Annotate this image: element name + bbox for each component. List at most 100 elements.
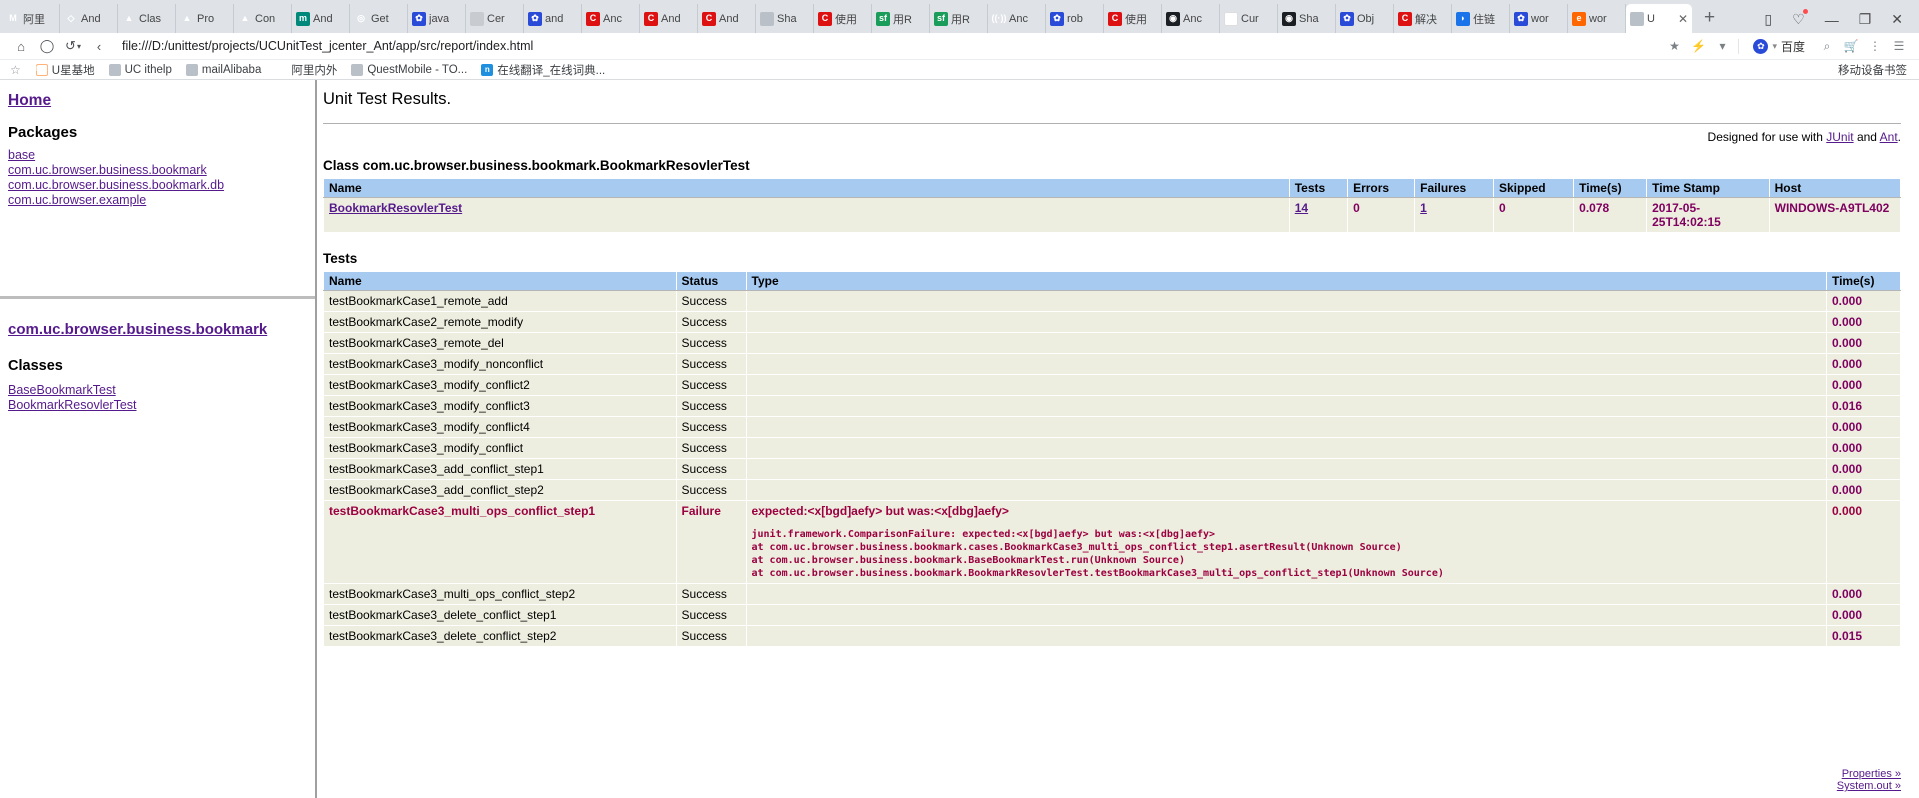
minimize-button[interactable]: —	[1825, 12, 1839, 28]
close-icon[interactable]: ✕	[1678, 12, 1688, 26]
new-tab-button[interactable]: +	[1692, 7, 1727, 33]
bookmark-star-icon[interactable]: ★	[1662, 35, 1686, 57]
package-link[interactable]: com.uc.browser.business.bookmark.db	[8, 178, 307, 193]
tab-label: 用R	[893, 13, 912, 26]
tab[interactable]: ✿ Obj	[1336, 4, 1394, 33]
tab[interactable]: ✿ and	[524, 4, 582, 33]
reload-icon[interactable]: ◯	[34, 35, 60, 57]
window-controls: ▯ ♡ — ❐ ✕	[1764, 9, 1917, 33]
add-bookmark-icon[interactable]: ☆	[6, 63, 29, 77]
tab[interactable]: C 使用	[1104, 4, 1162, 33]
test-status-cell: Success	[675, 583, 747, 605]
close-window-button[interactable]: ✕	[1891, 11, 1903, 28]
class-link[interactable]: BookmarkResovlerTest	[8, 398, 307, 413]
tab[interactable]: ◉ Sha	[1278, 4, 1336, 33]
tests-table: Name Status Type Time(s) testBookmarkCase1_…	[323, 271, 1902, 647]
package-link[interactable]: com.uc.browser.business.bookmark	[8, 163, 307, 178]
test-time-cell: 0.000	[1825, 583, 1902, 605]
tab[interactable]: C And	[640, 4, 698, 33]
test-status-cell: Success	[675, 374, 747, 396]
package-link[interactable]: com.uc.browser.example	[8, 193, 307, 208]
failures-count-link[interactable]: 1	[1420, 201, 1427, 215]
tab[interactable]: C Anc	[582, 4, 640, 33]
test-type-cell	[745, 353, 1827, 375]
search-icon[interactable]: ⌕	[1815, 35, 1839, 57]
mobile-bookmarks-button[interactable]: 移动设备书签	[1833, 62, 1913, 78]
cart-icon[interactable]: 🛒	[1839, 35, 1863, 57]
tab[interactable]: sf 用R	[930, 4, 988, 33]
summary-failures-cell: 1	[1414, 197, 1494, 233]
tab[interactable]: ▲ Con	[234, 4, 292, 33]
tab[interactable]: ✿ wor	[1510, 4, 1568, 33]
tab[interactable]: ◇ And	[60, 4, 118, 33]
class-link[interactable]: BookmarkResovlerTest	[329, 201, 462, 215]
test-name-cell: testBookmarkCase3_multi_ops_conflict_ste…	[323, 583, 677, 605]
chevron-down-icon: ▾	[1772, 40, 1777, 51]
test-status-cell: Success	[675, 311, 747, 333]
test-status-cell: Success	[675, 395, 747, 417]
tab[interactable]: ✿ java	[408, 4, 466, 33]
bookmark-item[interactable]: UC ithelp	[102, 63, 179, 76]
tab[interactable]: ✿ rob	[1046, 4, 1104, 33]
tab[interactable]: ▲ Pro	[176, 4, 234, 33]
bookmark-item[interactable]: mailAlibaba	[179, 63, 268, 76]
sidebar-toggle-icon[interactable]: ▯	[1764, 11, 1772, 28]
class-link[interactable]: BaseBookmarkTest	[8, 383, 307, 398]
tab[interactable]: ◉ Anc	[1162, 4, 1220, 33]
alibaba-icon: e	[1572, 11, 1586, 26]
table-row: testBookmarkCase2_remote_modify Success 0.…	[323, 311, 1902, 333]
current-package-link[interactable]: com.uc.browser.business.bookmark	[8, 321, 267, 338]
tab[interactable]: G Cur	[1220, 4, 1278, 33]
search-engine-selector[interactable]: ✿ ▾ 百度	[1743, 38, 1815, 55]
tab[interactable]: sf 用R	[872, 4, 930, 33]
failure-message: expected:<x[bgd]aefy> but was:<x[dbg]aef…	[751, 504, 1009, 518]
test-name-cell: testBookmarkCase3_add_conflict_step1	[323, 458, 677, 480]
more-options-icon[interactable]: ⋮	[1863, 35, 1887, 57]
footer-link[interactable]: Properties »	[1837, 768, 1901, 780]
tab[interactable]: C 使用	[814, 4, 872, 33]
tab[interactable]: ▲ Clas	[118, 4, 176, 33]
tab[interactable]: Sha	[756, 4, 814, 33]
tab[interactable]: Cer	[466, 4, 524, 33]
tab[interactable]: C And	[698, 4, 756, 33]
test-status-cell: Success	[675, 437, 747, 459]
classes-frame: com.uc.browser.business.bookmark Classes…	[0, 299, 315, 798]
class-heading: Class com.uc.browser.business.bookmark.B…	[323, 158, 750, 173]
code-icon: ◇	[67, 13, 75, 23]
bookmark-item[interactable]: QuestMobile - TO...	[344, 63, 474, 76]
test-name-cell: testBookmarkCase3_modify_conflict2	[323, 374, 677, 396]
bookmark-item[interactable]: ✿ 阿里内外	[268, 62, 344, 78]
history-icon[interactable]: ↺ ▾	[60, 35, 86, 57]
tab[interactable]: ((·)) Anc	[988, 4, 1046, 33]
lightning-icon[interactable]: ⚡	[1686, 35, 1710, 57]
tab-label: Anc	[1183, 12, 1202, 25]
tab[interactable]: C 解决	[1394, 4, 1452, 33]
home-link-heading: Home	[8, 92, 307, 110]
tab[interactable]: e wor	[1568, 4, 1626, 33]
home-icon[interactable]: ⌂	[8, 35, 34, 57]
home-link[interactable]: Home	[8, 92, 51, 109]
tab[interactable]: m And	[292, 4, 350, 33]
address-bar[interactable]: file:///D:/unittest/projects/UCUnitTest_…	[122, 35, 1657, 57]
bookmark-label: U星基地	[51, 64, 95, 77]
back-button[interactable]: ‹	[86, 35, 112, 57]
bookmark-label: QuestMobile - TO...	[367, 63, 468, 76]
test-type-cell	[745, 332, 1827, 354]
tab[interactable]: ◎ Get	[350, 4, 408, 33]
bookmark-item[interactable]: UC U星基地	[29, 62, 102, 78]
bookmark-item[interactable]: n 在线翻译_在线词典...	[474, 62, 612, 78]
maximize-button[interactable]: ❐	[1859, 11, 1872, 28]
table-row: testBookmarkCase3_modify_nonconflict Succ…	[323, 353, 1902, 375]
footer-link[interactable]: System.out »	[1837, 780, 1901, 792]
tests-count-link[interactable]: 14	[1295, 201, 1308, 215]
junit-link[interactable]: JUnit	[1826, 130, 1853, 144]
tab[interactable]: M 阿里	[2, 4, 60, 33]
tab-active[interactable]: U ✕	[1626, 4, 1692, 33]
menu-icon[interactable]: ☰	[1887, 35, 1911, 57]
package-link[interactable]: base	[8, 148, 307, 163]
test-time-cell: 0.016	[1825, 395, 1902, 417]
chevron-down-icon[interactable]: ▾	[1710, 35, 1734, 57]
notification-icon[interactable]: ♡	[1792, 9, 1808, 28]
tab[interactable]: ◗ 住链	[1452, 4, 1510, 33]
ant-link[interactable]: Ant	[1880, 130, 1898, 144]
